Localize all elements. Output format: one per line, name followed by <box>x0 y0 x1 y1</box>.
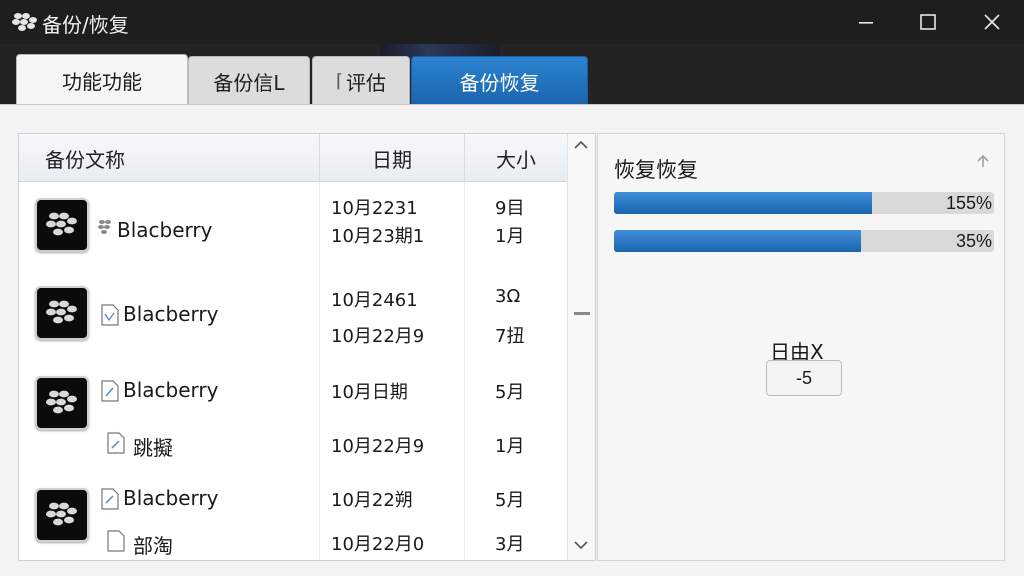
backup-name: Blacberry <box>123 378 219 402</box>
table-row[interactable]: Blacberry 跳擬 10月日期 10月22月9 5月 1月 <box>19 366 567 476</box>
restore-panel: 恢复恢复 155% 35% 日由X -5 <box>597 133 1005 561</box>
blackberry-small-icon <box>97 218 115 240</box>
backup-date: 10月2231 <box>331 198 418 219</box>
tab-backup-info[interactable]: 备份信L <box>188 56 310 106</box>
backup-size: 1月 <box>495 436 525 457</box>
close-button[interactable] <box>962 0 1022 44</box>
chevron-up-icon[interactable] <box>573 138 589 154</box>
backup-date: 10月22月9 <box>331 436 425 457</box>
minimize-button[interactable] <box>836 0 896 44</box>
backup-subname: 部淘 <box>133 534 173 558</box>
progress-fill <box>614 230 861 252</box>
backup-date: 10月日期 <box>331 382 408 403</box>
tab-label: 功能功能 <box>62 70 142 94</box>
blackberry-icon <box>35 376 89 430</box>
blackberry-logo-icon <box>12 11 38 33</box>
table-row[interactable]: Blacberry 10月2461 10月22月9 3Ω 7扭 <box>19 276 567 366</box>
tab-label: 备份恢复 <box>459 71 540 95</box>
tab-backup-restore[interactable]: 备份恢复 <box>411 56 588 106</box>
progress-bar: 35% <box>614 230 994 252</box>
table-row[interactable]: Blacberry 部淘 10月22朔 10月22月0 5月 3月 <box>19 476 567 560</box>
blackberry-icon <box>35 286 89 340</box>
backup-size: 5月 <box>495 382 525 403</box>
window-title: 备份/恢复 <box>42 13 129 37</box>
backup-date: 10月22月9 <box>331 326 425 347</box>
column-header-name[interactable]: 备份文称 <box>45 134 317 182</box>
table-row[interactable]: Blacberry 10月2231 10月23期1 9目 1月 <box>19 186 567 276</box>
vertical-scrollbar[interactable] <box>567 134 595 560</box>
backup-name: Blacberry <box>123 302 219 326</box>
tab-functions[interactable]: 功能功能 <box>16 54 188 106</box>
tab-evaluate[interactable]: ⌈ 评估 <box>312 56 410 106</box>
backup-date: 10月23期1 <box>331 226 425 247</box>
file-icon <box>107 432 125 454</box>
progress-fill <box>614 192 873 214</box>
backup-size: 9目 <box>495 198 525 219</box>
blackberry-icon <box>35 488 89 542</box>
backup-list: 备份文称 日期 大小 Blacberry 10月2231 10月23期1 9目 … <box>18 133 596 561</box>
file-icon <box>101 380 119 402</box>
file-icon <box>101 488 119 510</box>
minimize-icon <box>859 22 873 24</box>
maximize-icon <box>920 14 936 30</box>
backup-name: Blacberry <box>117 218 213 242</box>
file-icon <box>107 530 125 552</box>
column-header-date[interactable]: 日期 <box>319 134 464 182</box>
chevron-down-icon[interactable] <box>573 538 589 554</box>
backup-name: Blacberry <box>123 486 219 510</box>
column-header-size[interactable]: 大小 <box>464 134 567 182</box>
tab-label: 评估 <box>346 71 387 95</box>
title-bar: 备份/恢复 <box>0 0 1024 44</box>
backup-date: 10月22朔 <box>331 490 413 511</box>
backup-size: 3Ω <box>495 286 521 307</box>
backup-size: 3月 <box>495 534 525 555</box>
arrow-up-icon[interactable] <box>976 154 990 173</box>
tab-strip: 功能功能 备份信L ⌈ 评估 备份恢复 <box>0 44 1024 106</box>
partial-icon: ⌈ <box>335 71 344 92</box>
blackberry-icon <box>35 198 89 252</box>
close-icon <box>984 14 1000 30</box>
backup-size: 5月 <box>495 490 525 511</box>
backup-size: 1月 <box>495 226 525 247</box>
backup-subname: 跳擬 <box>133 436 173 460</box>
backup-date: 10月2461 <box>331 290 418 311</box>
progress-label: 35% <box>955 231 992 251</box>
file-icon <box>101 304 119 326</box>
progress-bar: 155% <box>614 192 994 214</box>
list-header: 备份文称 日期 大小 <box>19 134 567 182</box>
backup-date: 10月22月0 <box>331 534 425 555</box>
maximize-button[interactable] <box>898 0 958 44</box>
restore-title: 恢复恢复 <box>614 158 698 182</box>
content-area: 备份文称 日期 大小 Blacberry 10月2231 10月23期1 9目 … <box>0 104 1024 576</box>
scrollbar-thumb[interactable] <box>574 312 590 315</box>
tab-label: 备份信L <box>213 71 285 95</box>
value-input[interactable]: -5 <box>766 360 842 396</box>
backup-size: 7扭 <box>495 326 525 347</box>
progress-label: 155% <box>945 193 992 213</box>
